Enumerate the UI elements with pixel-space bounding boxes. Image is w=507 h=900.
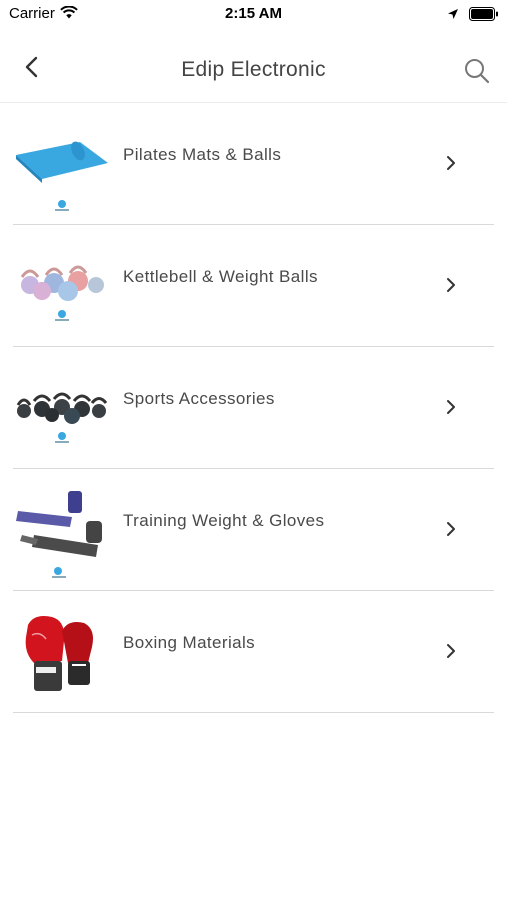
chevron-right-icon (447, 156, 455, 170)
category-row-sports-accessories[interactable]: Sports Accessories (0, 347, 507, 469)
category-label: Kettlebell & Weight Balls (123, 267, 318, 286)
chevron-right-icon (447, 522, 455, 536)
training-weight-image (12, 491, 112, 579)
category-label: Boxing Materials (123, 633, 256, 652)
boxing-gloves-image (12, 613, 112, 701)
chevron-right-icon (447, 278, 455, 292)
status-bar: Carrier 2:15 AM (0, 0, 507, 28)
kettlebell-image (12, 247, 112, 335)
category-row-training-weight[interactable]: Training Weight & Gloves (0, 469, 507, 591)
page-title: Edip Electronic (181, 58, 326, 81)
sports-accessories-image (12, 369, 112, 457)
search-icon (465, 59, 490, 84)
battery-icon (469, 7, 499, 26)
category-row-pilates[interactable]: Pilates Mats & Balls (0, 103, 507, 225)
row-divider (13, 712, 494, 713)
pilates-mat-image (12, 125, 112, 213)
location-arrow-icon (447, 7, 459, 25)
category-label: Sports Accessories (123, 389, 275, 408)
category-row-kettlebell[interactable]: Kettlebell & Weight Balls (0, 225, 507, 347)
category-label: Pilates Mats & Balls (123, 145, 282, 164)
category-label: Training Weight & Gloves (123, 511, 325, 530)
category-row-boxing[interactable]: Boxing Materials (0, 591, 507, 713)
chevron-right-icon (447, 644, 455, 658)
clock: 2:15 AM (225, 5, 282, 22)
chevron-right-icon (447, 400, 455, 414)
navigation-bar: Edip Electronic (0, 28, 507, 103)
category-list: Pilates Mats & Balls Kettlebell & Weight… (0, 103, 507, 713)
search-button[interactable] (462, 56, 492, 86)
